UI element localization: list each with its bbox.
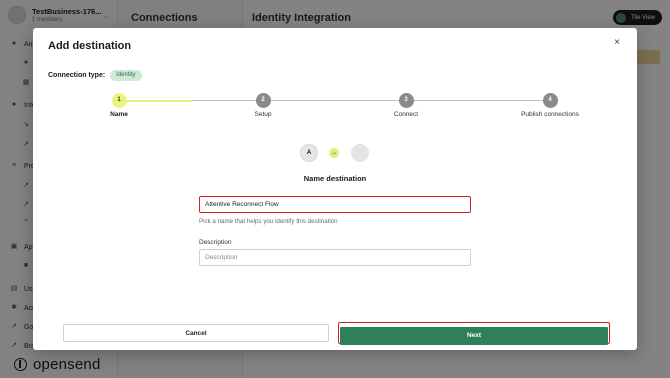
modal-title: Add destination xyxy=(48,40,132,52)
step-setup: 2 Setup xyxy=(213,92,313,118)
step-name: 1 Name xyxy=(69,92,169,118)
connection-type-label: Connection type: xyxy=(48,72,106,79)
connection-type: Connection type: Identity xyxy=(48,70,142,81)
step-connect: 3 Connect xyxy=(356,92,456,118)
description-input[interactable] xyxy=(199,249,471,266)
step-publish-connections: 4 Publish connections xyxy=(500,92,600,118)
description-label: Description xyxy=(199,239,232,246)
section-title: Name destination xyxy=(303,174,367,183)
close-icon[interactable]: × xyxy=(611,37,623,49)
step-label: Name xyxy=(110,111,128,118)
step-label: Connect xyxy=(393,111,419,118)
next-button-highlight: Next xyxy=(338,322,610,345)
step-number: 2 xyxy=(255,93,271,108)
stepper: 1 Name 2 Setup 3 Connect 4 Publish conne… xyxy=(33,92,637,122)
step-number: 3 xyxy=(398,93,414,108)
connection-type-badge: Identity xyxy=(110,70,142,81)
step-label: Publish connections xyxy=(521,111,579,118)
step-label: Setup xyxy=(254,111,272,118)
cancel-button[interactable]: Cancel xyxy=(63,324,329,342)
connection-flow: A → xyxy=(300,144,370,164)
destination-placeholder-icon xyxy=(351,144,369,162)
destination-name-input[interactable] xyxy=(199,196,471,213)
next-button[interactable]: Next xyxy=(340,326,608,345)
add-destination-modal: Add destination × Connection type: Ident… xyxy=(33,28,637,350)
source-logo-icon: A xyxy=(300,144,318,162)
step-number: 4 xyxy=(542,93,558,108)
arrow-right-icon: → xyxy=(329,148,339,158)
name-hint: Pick a name that helps you identify this… xyxy=(199,218,338,225)
step-number: 1 xyxy=(111,93,127,108)
